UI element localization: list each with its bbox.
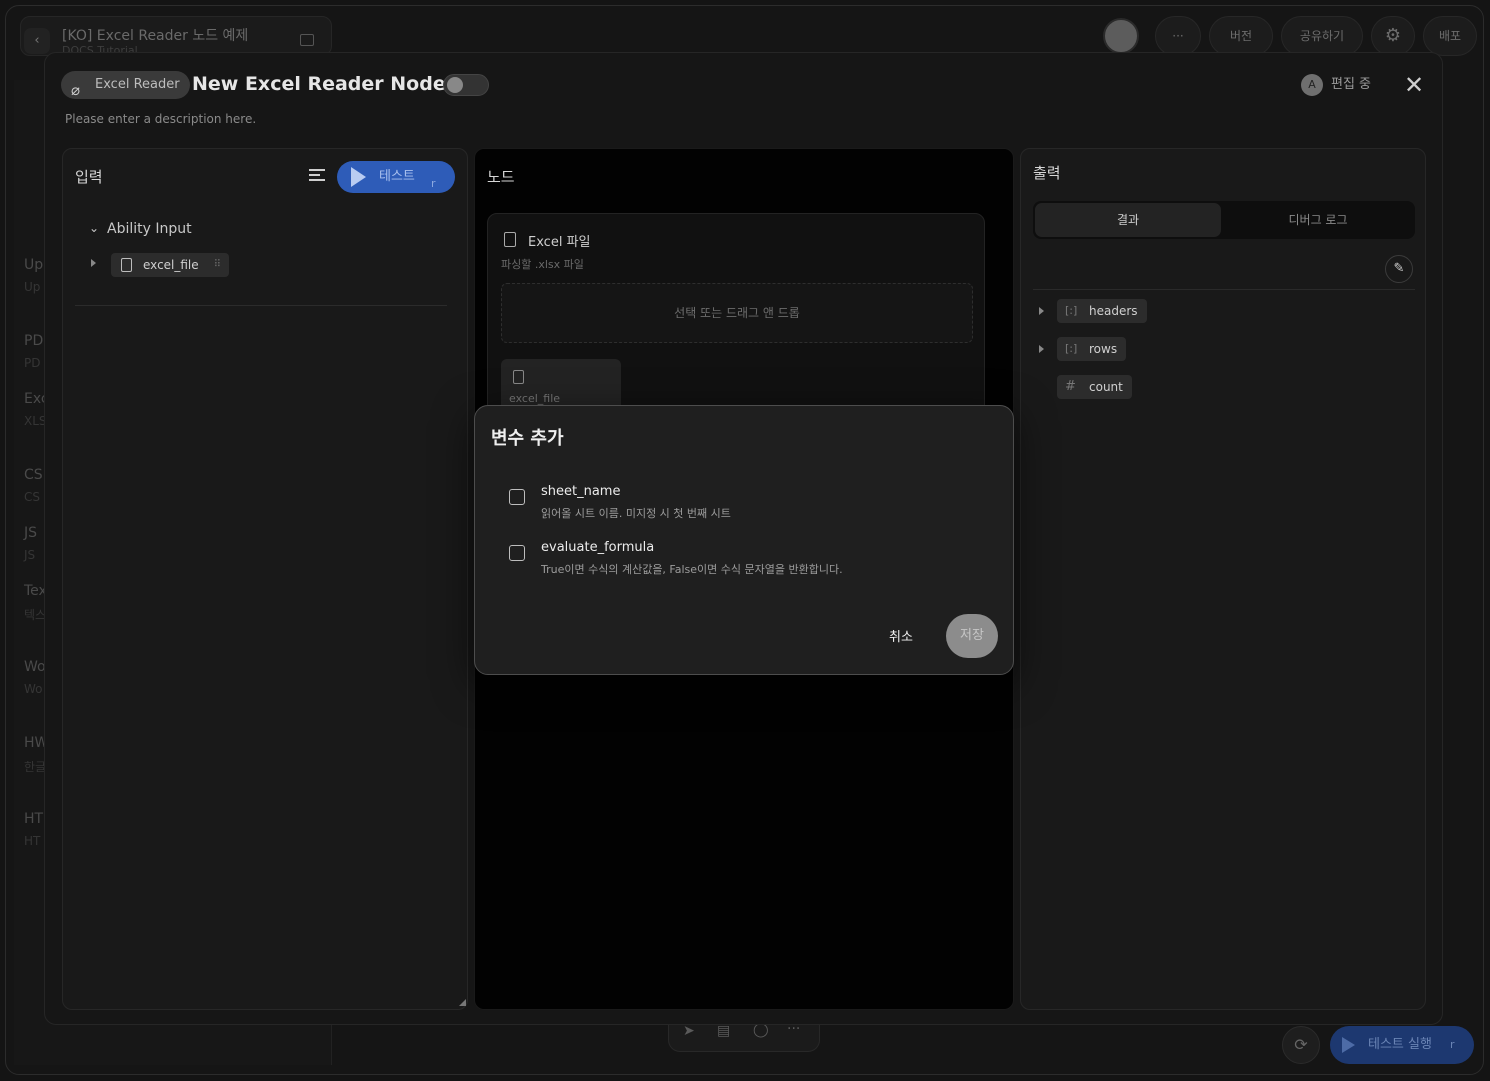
- editing-label: 편집 중: [1331, 77, 1372, 92]
- evaluate-formula-checkbox[interactable]: [509, 545, 525, 561]
- file-variable-chip[interactable]: excel_file: [501, 359, 621, 411]
- option-description: True이면 수식의 계산값을, False이면 수식 문자열을 반환합니다.: [541, 563, 843, 576]
- pointer-icon[interactable]: ➤: [683, 1023, 695, 1039]
- sidebar-item-sub: PD: [24, 356, 41, 370]
- toggle-knob: [447, 77, 463, 93]
- gear-icon[interactable]: ⚙: [1371, 16, 1415, 56]
- field-label: Excel 파일: [528, 235, 591, 250]
- back-icon[interactable]: ‹: [24, 28, 50, 54]
- save-button[interactable]: 저장: [946, 614, 998, 658]
- node-toggle[interactable]: [443, 74, 489, 96]
- test-button-label: 테스트: [379, 169, 415, 184]
- sidebar-item-sub: JS: [24, 548, 36, 562]
- chevron-down-icon: ⌄: [89, 221, 100, 235]
- output-field-label: headers: [1089, 304, 1138, 318]
- array-icon: [:]: [1065, 304, 1078, 317]
- test-button[interactable]: 테스트 r: [337, 161, 455, 193]
- file-variable-name: excel_file: [509, 392, 561, 405]
- add-variable-dialog: 변수 추가 sheet_name 읽어올 시트 이름. 미지정 시 첫 번째 시…: [474, 405, 1014, 675]
- input-panel: 입력 테스트 r ⌄ Ability Input excel_file ⠿: [62, 148, 468, 1010]
- option-description: 읽어올 시트 이름. 미지정 시 첫 번째 시트: [541, 507, 731, 520]
- sheet-name-checkbox[interactable]: [509, 489, 525, 505]
- dialog-title: 변수 추가: [491, 428, 564, 449]
- tab-result[interactable]: 결과: [1035, 203, 1221, 237]
- sidebar-item[interactable]: Wo: [24, 659, 46, 675]
- file-icon: [504, 232, 516, 247]
- close-icon[interactable]: ✕: [1401, 72, 1427, 98]
- version-button[interactable]: 버전: [1209, 16, 1273, 56]
- run-test-button[interactable]: 테스트 실행 r: [1330, 1026, 1474, 1064]
- node-title[interactable]: New Excel Reader Node 1: [192, 73, 466, 95]
- node-panel-title: 노드: [487, 168, 515, 186]
- editor-avatar: A: [1301, 74, 1323, 96]
- sidebar-item-sub: 텍스: [24, 608, 47, 622]
- output-field-label: rows: [1089, 342, 1118, 356]
- sidebar-item[interactable]: HT: [24, 811, 43, 827]
- output-field-count[interactable]: # count: [1057, 375, 1132, 399]
- output-tabs: 결과 디버그 로그: [1033, 201, 1415, 239]
- test-shortcut-key: r: [431, 177, 436, 190]
- file-icon: [513, 370, 524, 384]
- edit-icon[interactable]: ✎: [1385, 255, 1413, 283]
- sidebar-item-sub: CS: [24, 490, 40, 504]
- output-field-label: count: [1089, 380, 1123, 394]
- field-hint: 파싱할 .xlsx 파일: [501, 258, 584, 271]
- sidebar-item-sub: HT: [24, 834, 41, 848]
- note-icon[interactable]: ▤: [717, 1023, 730, 1039]
- ability-input-group[interactable]: ⌄ Ability Input: [89, 221, 192, 237]
- output-field-headers[interactable]: [:] headers: [1057, 299, 1147, 323]
- sidebar-item[interactable]: Up: [24, 257, 43, 273]
- paperclip-icon: ⌀: [71, 81, 81, 99]
- cancel-button[interactable]: 취소: [889, 626, 913, 645]
- deploy-button[interactable]: 배포: [1423, 16, 1477, 56]
- sidebar-item[interactable]: JS: [24, 525, 37, 541]
- sidebar-item[interactable]: CS: [24, 467, 43, 483]
- user-avatar[interactable]: [1103, 18, 1139, 54]
- input-item-label: excel_file: [143, 258, 199, 272]
- file-dropzone[interactable]: 선택 또는 드래그 앤 드롭: [501, 283, 973, 343]
- play-icon: [1342, 1037, 1355, 1053]
- more-button[interactable]: ···: [1155, 16, 1201, 56]
- output-panel: 출력 결과 디버그 로그 ✎ [:] headers [:] rows # co…: [1020, 148, 1426, 1010]
- expand-arrow-icon[interactable]: [1039, 307, 1044, 315]
- panel-toggle-icon[interactable]: [300, 34, 314, 46]
- sidebar-item-sub: 한글: [24, 760, 47, 774]
- input-item-excel-file[interactable]: excel_file ⠿: [111, 253, 229, 277]
- input-panel-title: 입력: [75, 168, 103, 186]
- list-icon[interactable]: [309, 169, 325, 183]
- option-name: evaluate_formula: [541, 540, 655, 555]
- expand-arrow-icon[interactable]: [1039, 345, 1044, 353]
- sidebar-item[interactable]: PD: [24, 333, 43, 349]
- output-field-rows[interactable]: [:] rows: [1057, 337, 1127, 361]
- array-icon: [:]: [1065, 342, 1078, 355]
- divider: [1033, 289, 1415, 290]
- sidebar-item-sub: Up: [24, 280, 41, 294]
- expand-arrow-icon[interactable]: [91, 259, 96, 267]
- number-icon: #: [1065, 379, 1076, 394]
- ability-input-label: Ability Input: [107, 221, 192, 237]
- file-icon: [121, 258, 132, 272]
- workflow-title: [KO] Excel Reader 노드 예제: [62, 28, 249, 44]
- sidebar-item-sub: Wo: [24, 682, 43, 696]
- node-description[interactable]: Please enter a description here.: [65, 112, 256, 126]
- play-icon: [351, 167, 366, 187]
- share-button[interactable]: 공유하기: [1281, 16, 1363, 56]
- editing-status: A 편집 중: [1301, 74, 1371, 96]
- run-shortcut-key: r: [1450, 1038, 1455, 1051]
- option-name: sheet_name: [541, 484, 621, 499]
- refresh-icon[interactable]: ⟳: [1282, 1026, 1320, 1064]
- output-panel-title: 출력: [1033, 164, 1061, 182]
- node-type-label: Excel Reader: [95, 77, 180, 92]
- divider: [75, 305, 447, 306]
- resize-handle[interactable]: [459, 999, 466, 1006]
- drag-handle-icon[interactable]: ⠿: [214, 253, 221, 277]
- tab-debug-log[interactable]: 디버그 로그: [1225, 203, 1411, 237]
- node-type-badge: ⌀ Excel Reader: [61, 71, 190, 99]
- run-test-label: 테스트 실행: [1368, 1037, 1432, 1052]
